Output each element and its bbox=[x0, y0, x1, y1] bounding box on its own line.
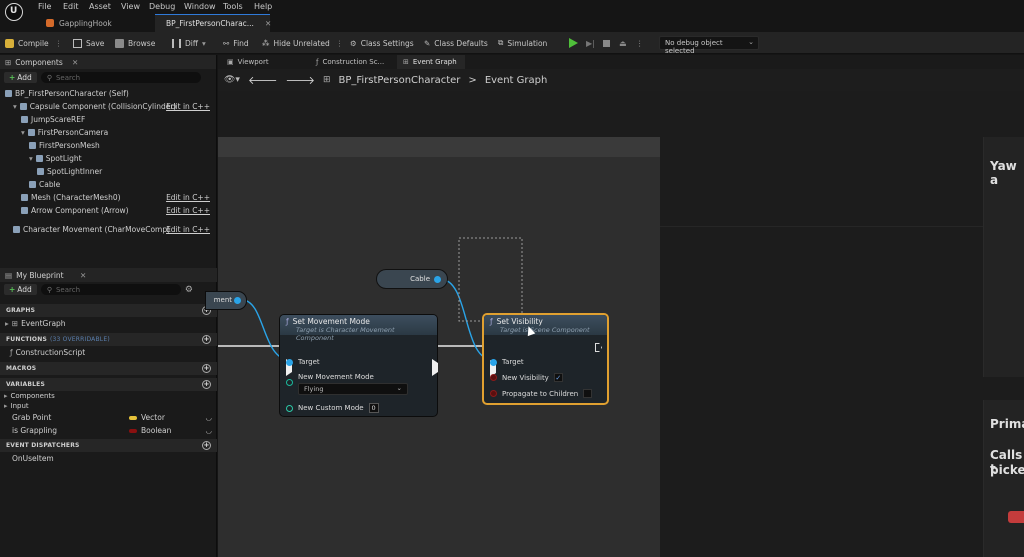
node-header: ƒ Set Movement Mode Target is Character … bbox=[280, 315, 437, 342]
movement-mode-dropdown[interactable]: Flying ⌄ bbox=[298, 383, 408, 395]
target-pin-row: Target bbox=[490, 358, 524, 366]
target-pin[interactable] bbox=[490, 358, 497, 366]
object-pin[interactable] bbox=[234, 297, 241, 304]
exec-output-pin[interactable] bbox=[432, 359, 438, 376]
new-custom-mode-row: New Custom Mode 0 bbox=[286, 403, 379, 413]
chevron-down-icon: ⌄ bbox=[396, 384, 402, 392]
new-visibility-row: New Visibility ✓ bbox=[490, 373, 563, 382]
cable-variable-label: Cable bbox=[410, 275, 430, 283]
unreal-logo-icon[interactable]: U bbox=[5, 3, 23, 21]
target-pin-row: Target bbox=[286, 358, 320, 366]
new-visibility-pin[interactable] bbox=[490, 374, 497, 381]
pin-label: Propagate to Children bbox=[502, 389, 579, 398]
pin-label: New Visibility bbox=[502, 373, 549, 382]
node-title: ƒ Set Visibility bbox=[490, 317, 601, 326]
node-title: ƒ Set Movement Mode bbox=[286, 317, 431, 326]
pin-label: Target bbox=[502, 358, 524, 366]
node-title-text: Set Visibility bbox=[496, 317, 543, 326]
target-pin[interactable] bbox=[286, 358, 293, 366]
dropdown-value: Flying bbox=[304, 385, 324, 393]
set-visibility-node[interactable]: ƒ Set Visibility Target is Scene Compone… bbox=[482, 313, 609, 405]
propagate-row: Propagate to Children bbox=[490, 389, 593, 398]
new-movement-mode-row: New Movement Mode Flying ⌄ bbox=[286, 373, 408, 395]
event-node-partial[interactable]: ment bbox=[205, 291, 247, 310]
selection-marquee bbox=[458, 237, 523, 322]
new-visibility-checkbox[interactable]: ✓ bbox=[553, 373, 563, 382]
custom-mode-pin[interactable] bbox=[286, 404, 293, 412]
node-header: ƒ Set Visibility Target is Scene Compone… bbox=[484, 315, 607, 335]
cable-variable-node[interactable]: Cable bbox=[376, 269, 448, 289]
event-node-label: ment bbox=[213, 296, 232, 304]
pin-label: Target bbox=[298, 358, 320, 366]
cable-output-pin[interactable] bbox=[434, 276, 441, 283]
pin-label: New Custom Mode bbox=[298, 404, 364, 412]
propagate-pin[interactable] bbox=[490, 390, 497, 397]
exec-output-pin[interactable] bbox=[595, 343, 602, 352]
node-subtitle: Target is Scene Component bbox=[500, 326, 590, 334]
graph-wires bbox=[218, 237, 523, 361]
function-icon: ƒ bbox=[286, 317, 289, 326]
set-movement-mode-node[interactable]: ƒ Set Movement Mode Target is Character … bbox=[279, 314, 438, 417]
custom-mode-input[interactable]: 0 bbox=[368, 403, 379, 413]
node-title-text: Set Movement Mode bbox=[292, 317, 370, 326]
pin-label: New Movement Mode bbox=[298, 373, 374, 381]
propagate-checkbox[interactable] bbox=[583, 389, 593, 398]
node-subtitle: Target is Character Movement Component bbox=[296, 326, 395, 342]
function-icon: ƒ bbox=[490, 317, 493, 326]
movement-mode-pin[interactable] bbox=[286, 379, 293, 386]
